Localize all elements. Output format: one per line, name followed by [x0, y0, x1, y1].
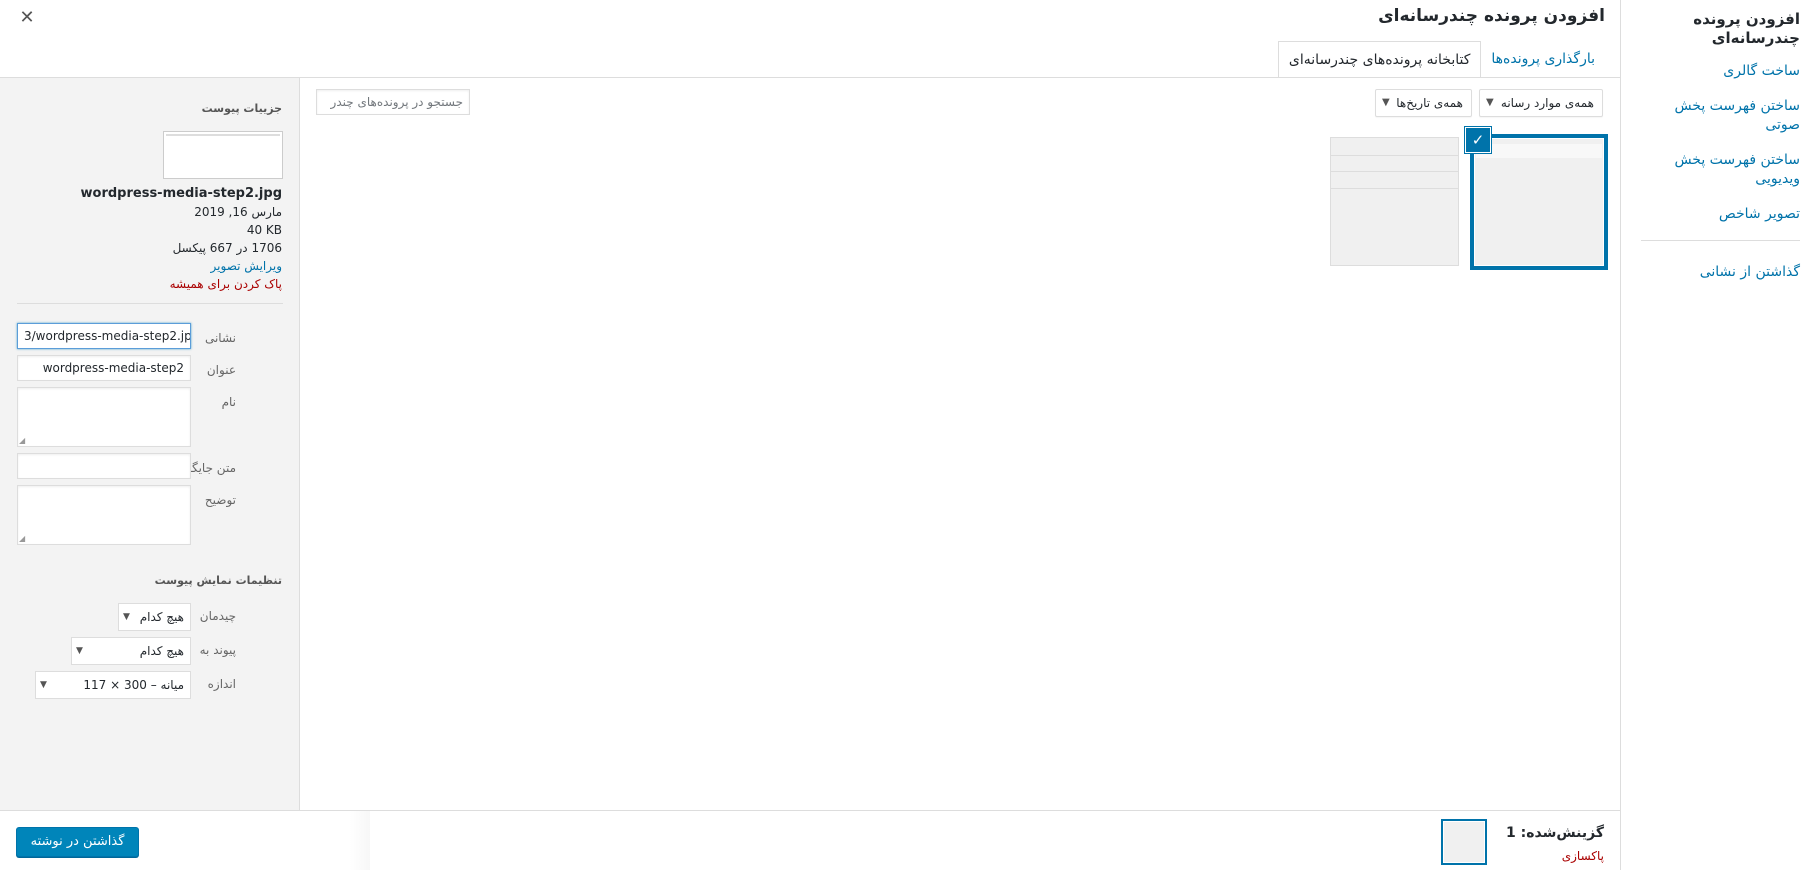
size-select[interactable]: میانه – 300 × 117 ▼: [35, 671, 191, 699]
chevron-down-icon: ▼: [123, 612, 130, 622]
attachment-filename: wordpress-media-step2.jpg: [80, 186, 282, 201]
toolbar-fade: [350, 811, 370, 870]
caption-field[interactable]: ◢: [17, 387, 191, 447]
chevron-down-icon: ▼: [40, 680, 47, 690]
media-frame-toolbar: گذاشتن در نوشته گزینش‌شده: 1 پاکسازی: [0, 810, 1620, 870]
chevron-down-icon: ▼: [76, 646, 83, 656]
resize-handle-icon[interactable]: ◢: [19, 534, 25, 543]
attachment-file-size: 40 KB: [246, 223, 282, 237]
chevron-down-icon: ▼: [1382, 97, 1390, 108]
search-input[interactable]: جستجو در پرونده‌های چندر: [316, 89, 470, 115]
link-to-select-value: هیچ کدام: [139, 644, 184, 658]
date-filter[interactable]: همه‌ی تاریخ‌ها ▼: [1375, 89, 1472, 117]
alt-text-field[interactable]: [17, 453, 191, 479]
attachments-browser: همه‌ی موارد رسانه ▼ همه‌ی تاریخ‌ها ▼ جست…: [300, 78, 1620, 810]
attachment-thumbnail[interactable]: [1470, 134, 1608, 270]
resize-handle-icon[interactable]: ◢: [19, 436, 25, 445]
selection-count: گزینش‌شده: 1: [1506, 825, 1604, 841]
frame-router-tabs: بارگذاری پرونده‌ها کتابخانه پرونده‌های چ…: [1277, 41, 1605, 78]
thumbnail-preview-line: [1331, 188, 1458, 189]
url-field[interactable]: 3/wordpress-media-step2.jpg: [17, 323, 191, 349]
alignment-select[interactable]: هیچ کدام ▼: [118, 603, 191, 631]
menu-item-insert-from-url[interactable]: گذاشتن از نشانی: [1641, 263, 1800, 282]
menu-item-audio-playlist[interactable]: ساختن فهرست پخش صوتی: [1641, 97, 1800, 135]
link-to-select[interactable]: هیچ کدام ▼: [71, 637, 191, 665]
tab-upload-files[interactable]: بارگذاری پرونده‌ها: [1481, 41, 1605, 78]
alignment-select-value: هیچ کدام: [139, 610, 184, 624]
frame-title: افزودن پرونده چندرسانه‌ای: [1378, 6, 1605, 26]
media-frame: افزودن پرونده چندرسانه‌ای ✕ بارگذاری پرو…: [0, 0, 1620, 870]
insert-into-post-button[interactable]: گذاشتن در نوشته: [16, 827, 139, 857]
attachment-details-heading: جزییات پیوست: [201, 102, 282, 115]
menu-separator: [1641, 240, 1800, 241]
description-field[interactable]: ◢: [17, 485, 191, 545]
thumbnail-preview: [1476, 144, 1602, 158]
edit-image-link[interactable]: ویرایش تصویر: [211, 257, 282, 275]
menu-item-create-gallery[interactable]: ساخت گالری: [1641, 62, 1800, 81]
attachment-thumbnail[interactable]: [1330, 137, 1459, 266]
media-type-filter[interactable]: همه‌ی موارد رسانه ▼: [1479, 89, 1603, 117]
attachment-dimensions: 1706 در 667 پیکسل: [172, 241, 282, 255]
menu-item-video-playlist[interactable]: ساختن فهرست پخش ویدیویی: [1641, 151, 1800, 189]
frame-title-bar: افزودن پرونده چندرسانه‌ای ✕: [0, 0, 1620, 40]
delete-permanently-link[interactable]: پاک کردن برای همیشه: [170, 275, 282, 293]
menu-title: افزودن پرونده چندرسانه‌ای: [1693, 10, 1800, 47]
thumbnail-preview-line: [1331, 155, 1458, 156]
thumbnail-preview-line: [1331, 171, 1458, 172]
attachment-details-sidebar: جزییات پیوست wordpress-media-step2.jpg م…: [0, 78, 300, 810]
chevron-down-icon: ▼: [1486, 97, 1494, 108]
close-icon[interactable]: ✕: [16, 6, 38, 30]
checkmark-icon[interactable]: ✓: [1465, 127, 1491, 153]
title-field[interactable]: wordpress-media-step2: [17, 355, 191, 381]
menu-item-featured-image[interactable]: تصویر شاخص: [1641, 205, 1800, 224]
media-frame-menu: افزودن پرونده چندرسانه‌ای ساخت گالری ساخ…: [1620, 0, 1820, 870]
tab-media-library[interactable]: کتابخانه پرونده‌های چندرسانه‌ای: [1277, 41, 1482, 78]
sidebar-separator: [17, 303, 283, 304]
clear-selection-link[interactable]: پاکسازی: [1562, 849, 1604, 863]
size-select-value: میانه – 300 × 117: [83, 678, 184, 692]
selected-attachment-thumbnail[interactable]: [1441, 819, 1487, 865]
attachment-preview-image: [163, 131, 283, 179]
date-filter-value: همه‌ی تاریخ‌ها: [1396, 96, 1463, 110]
attachment-date: مارس 16, 2019: [194, 205, 282, 219]
media-type-filter-value: همه‌ی موارد رسانه: [1500, 96, 1594, 110]
display-settings-heading: تنظیمات نمایش پیوست: [154, 574, 282, 587]
